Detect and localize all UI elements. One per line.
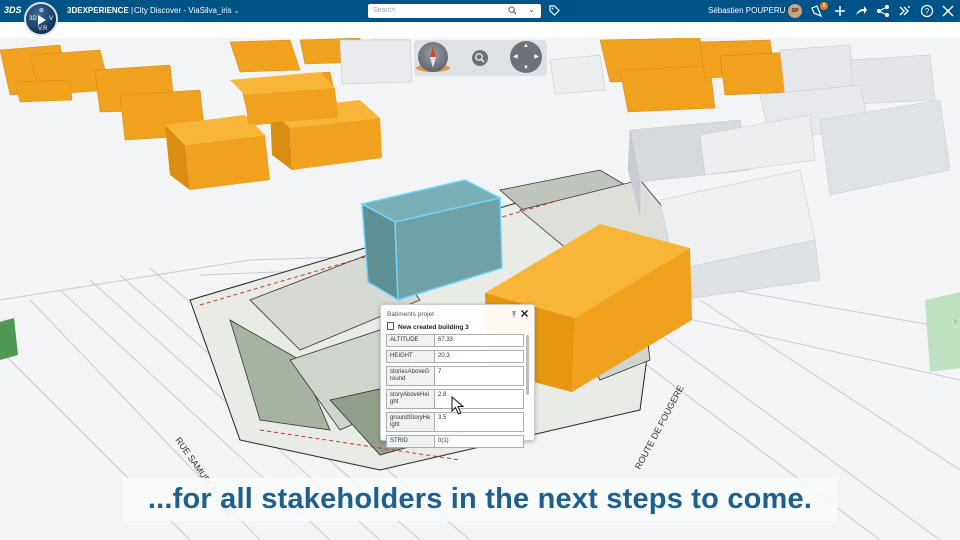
attribute-row: HEIGHT 20.3: [386, 350, 524, 363]
context-title[interactable]: City Discover - ViaSilva_iris ⌄: [134, 6, 240, 15]
attribute-key: storiesAboveGround: [387, 367, 435, 385]
panel-scrollbar[interactable]: [526, 335, 529, 395]
compass-needle: [430, 46, 436, 68]
pan-icon[interactable]: ▲ ▼ ◀ ▶: [510, 41, 542, 73]
search-box: ⌄: [368, 4, 541, 18]
forward-icon[interactable]: [854, 4, 868, 18]
user-name[interactable]: Sébastien POUPERU: [708, 6, 785, 15]
attribute-key: storyAboveHeight: [387, 390, 435, 408]
attribute-key: HEIGHT: [387, 351, 435, 362]
search-options-icon[interactable]: ⌄: [528, 5, 535, 14]
city-scene[interactable]: RUE SAMUEL MORSE ROUTE DE FOUGERE: [0, 38, 960, 540]
attribute-value[interactable]: 7: [435, 367, 523, 385]
add-icon[interactable]: [833, 4, 847, 18]
toolbar-strip: [0, 22, 960, 38]
search-input[interactable]: [373, 7, 493, 14]
compass-bottom-label: V.R: [38, 26, 48, 32]
object-row: New created building 3: [387, 322, 469, 331]
attribute-key: groundStoryHeight: [387, 413, 435, 431]
svg-text:?: ?: [925, 7, 930, 16]
tools-icon[interactable]: [941, 4, 955, 18]
attribute-value[interactable]: 2.8: [435, 390, 523, 408]
compass-top-label: ⊕: [39, 8, 45, 14]
compass-right-label: V: [48, 16, 53, 22]
panel-title: Batiments projet: [387, 311, 434, 318]
app-name: 3DEXPERIENCE |: [67, 6, 133, 15]
apps-icon[interactable]: [898, 4, 912, 18]
attribute-value[interactable]: 0(1): [435, 436, 523, 447]
compass-icon[interactable]: [418, 42, 448, 72]
avatar[interactable]: SP: [788, 4, 802, 18]
green-area-right: [925, 292, 960, 372]
attribute-value[interactable]: 67.33: [435, 335, 523, 346]
caption-subtitle: ...for all stakeholders in the next step…: [123, 478, 837, 521]
attribute-row: ALTITUDE 67.33: [386, 334, 524, 347]
right-arrow-icon[interactable]: ›: [954, 316, 957, 327]
brand-logo[interactable]: 3DS: [4, 5, 22, 17]
compass-widget[interactable]: ⊕ 3D V V.R: [24, 2, 58, 36]
help-icon[interactable]: ?: [920, 4, 934, 18]
left-arrow-icon[interactable]: ‹: [3, 316, 6, 327]
chevron-down-icon: ⌄: [233, 8, 240, 15]
compass-left-label: 3D: [29, 16, 37, 22]
attribute-list: ALTITUDE 67.33 HEIGHT 20.3 storiesAboveG…: [386, 334, 524, 451]
app-name-separator: |: [128, 6, 134, 15]
zoom-icon[interactable]: [472, 50, 488, 66]
tag-icon[interactable]: [549, 5, 560, 16]
document-icon: [387, 322, 394, 330]
attribute-row: STRID 0(1): [386, 435, 524, 448]
context-title-text: City Discover - ViaSilva_iris: [134, 6, 232, 15]
object-name: New created building 3: [398, 324, 469, 331]
3d-viewport[interactable]: RUE SAMUEL MORSE ROUTE DE FOUGERE ‹ ›: [0, 38, 960, 540]
search-icon[interactable]: [508, 6, 517, 15]
attribute-row: storiesAboveGround 7: [386, 366, 524, 386]
play-icon: [38, 15, 46, 25]
app-window: RUE SAMUEL MORSE ROUTE DE FOUGERE ‹ › ▲ …: [0, 0, 960, 540]
orange-building-1: [165, 115, 270, 190]
attribute-value[interactable]: 3.5: [435, 413, 523, 431]
top-bar: 3DS 3DEXPERIENCE | City Discover - ViaSi…: [0, 0, 960, 22]
attribute-key: ALTITUDE: [387, 335, 435, 346]
share-icon[interactable]: [876, 4, 890, 18]
attribute-value[interactable]: 20.3: [435, 351, 523, 362]
pin-icon[interactable]: [510, 310, 518, 318]
app-name-bold: 3DEXPERIENCE: [67, 6, 129, 15]
mouse-cursor-icon: [451, 396, 465, 415]
close-icon[interactable]: [520, 309, 529, 318]
properties-panel: Batiments projet New created building 3 …: [380, 304, 535, 448]
attribute-key: STRID: [387, 436, 435, 447]
notification-badge: 8: [820, 2, 828, 10]
